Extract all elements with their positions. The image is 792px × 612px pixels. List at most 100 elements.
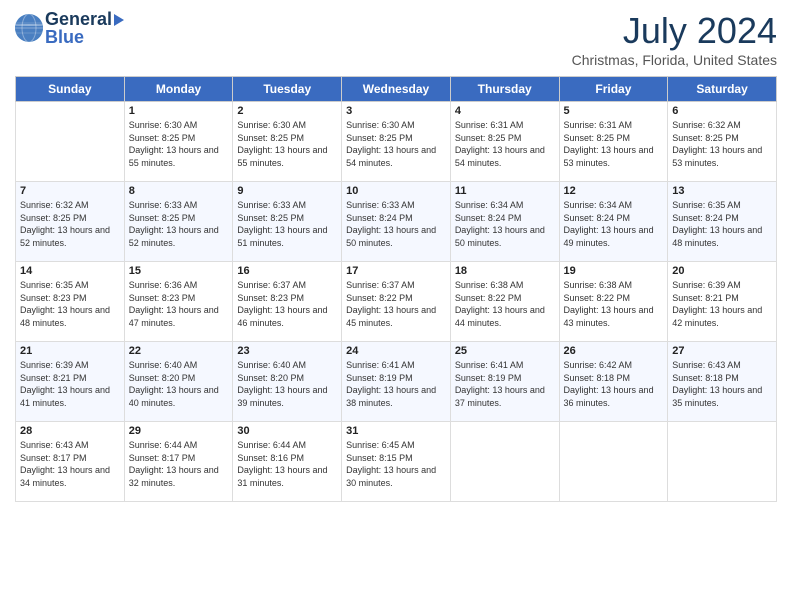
calendar-cell [668, 422, 777, 502]
sunset-text: Sunset: 8:24 PM [672, 213, 739, 223]
day-number: 25 [455, 345, 555, 357]
cell-info: Sunrise: 6:40 AM Sunset: 8:20 PM Dayligh… [129, 359, 229, 409]
week-row-3: 21 Sunrise: 6:39 AM Sunset: 8:21 PM Dayl… [16, 342, 777, 422]
calendar-table: Sunday Monday Tuesday Wednesday Thursday… [15, 76, 777, 502]
day-number: 14 [20, 265, 120, 277]
day-number: 31 [346, 425, 446, 437]
cell-info: Sunrise: 6:30 AM Sunset: 8:25 PM Dayligh… [237, 119, 337, 169]
daylight-text: Daylight: 13 hours and 54 minutes. [346, 145, 436, 168]
sunset-text: Sunset: 8:17 PM [20, 453, 87, 463]
sunrise-text: Sunrise: 6:32 AM [672, 120, 741, 130]
calendar-cell: 3 Sunrise: 6:30 AM Sunset: 8:25 PM Dayli… [342, 102, 451, 182]
daylight-text: Daylight: 13 hours and 40 minutes. [129, 385, 219, 408]
calendar-cell: 2 Sunrise: 6:30 AM Sunset: 8:25 PM Dayli… [233, 102, 342, 182]
location: Christmas, Florida, United States [572, 52, 777, 68]
calendar-cell: 25 Sunrise: 6:41 AM Sunset: 8:19 PM Dayl… [450, 342, 559, 422]
sunrise-text: Sunrise: 6:42 AM [564, 360, 633, 370]
page-container: General Blue July 2024 Christmas, Florid… [0, 0, 792, 512]
sunrise-text: Sunrise: 6:33 AM [346, 200, 415, 210]
day-number: 30 [237, 425, 337, 437]
sunrise-text: Sunrise: 6:30 AM [237, 120, 306, 130]
cell-info: Sunrise: 6:33 AM Sunset: 8:24 PM Dayligh… [346, 199, 446, 249]
calendar-cell: 21 Sunrise: 6:39 AM Sunset: 8:21 PM Dayl… [16, 342, 125, 422]
day-number: 20 [672, 265, 772, 277]
sunrise-text: Sunrise: 6:39 AM [672, 280, 741, 290]
calendar-cell: 6 Sunrise: 6:32 AM Sunset: 8:25 PM Dayli… [668, 102, 777, 182]
calendar-cell: 19 Sunrise: 6:38 AM Sunset: 8:22 PM Dayl… [559, 262, 668, 342]
cell-info: Sunrise: 6:32 AM Sunset: 8:25 PM Dayligh… [672, 119, 772, 169]
cell-info: Sunrise: 6:38 AM Sunset: 8:22 PM Dayligh… [455, 279, 555, 329]
day-number: 5 [564, 105, 664, 117]
cell-info: Sunrise: 6:31 AM Sunset: 8:25 PM Dayligh… [564, 119, 664, 169]
daylight-text: Daylight: 13 hours and 34 minutes. [20, 465, 110, 488]
header-row: Sunday Monday Tuesday Wednesday Thursday… [16, 77, 777, 102]
right-header: July 2024 Christmas, Florida, United Sta… [572, 10, 777, 68]
daylight-text: Daylight: 13 hours and 48 minutes. [20, 305, 110, 328]
daylight-text: Daylight: 13 hours and 39 minutes. [237, 385, 327, 408]
sunset-text: Sunset: 8:23 PM [237, 293, 304, 303]
daylight-text: Daylight: 13 hours and 53 minutes. [672, 145, 762, 168]
cell-info: Sunrise: 6:44 AM Sunset: 8:17 PM Dayligh… [129, 439, 229, 489]
daylight-text: Daylight: 13 hours and 54 minutes. [455, 145, 545, 168]
week-row-1: 7 Sunrise: 6:32 AM Sunset: 8:25 PM Dayli… [16, 182, 777, 262]
calendar-cell [559, 422, 668, 502]
calendar-cell: 8 Sunrise: 6:33 AM Sunset: 8:25 PM Dayli… [124, 182, 233, 262]
day-number: 10 [346, 185, 446, 197]
day-number: 22 [129, 345, 229, 357]
sunrise-text: Sunrise: 6:40 AM [129, 360, 198, 370]
daylight-text: Daylight: 13 hours and 48 minutes. [672, 225, 762, 248]
sunrise-text: Sunrise: 6:41 AM [346, 360, 415, 370]
calendar-cell: 13 Sunrise: 6:35 AM Sunset: 8:24 PM Dayl… [668, 182, 777, 262]
daylight-text: Daylight: 13 hours and 52 minutes. [129, 225, 219, 248]
cell-info: Sunrise: 6:34 AM Sunset: 8:24 PM Dayligh… [455, 199, 555, 249]
calendar-cell: 4 Sunrise: 6:31 AM Sunset: 8:25 PM Dayli… [450, 102, 559, 182]
sunrise-text: Sunrise: 6:35 AM [672, 200, 741, 210]
sunrise-text: Sunrise: 6:34 AM [564, 200, 633, 210]
day-number: 16 [237, 265, 337, 277]
sunset-text: Sunset: 8:15 PM [346, 453, 413, 463]
calendar-cell: 24 Sunrise: 6:41 AM Sunset: 8:19 PM Dayl… [342, 342, 451, 422]
daylight-text: Daylight: 13 hours and 32 minutes. [129, 465, 219, 488]
calendar-cell: 1 Sunrise: 6:30 AM Sunset: 8:25 PM Dayli… [124, 102, 233, 182]
day-number: 28 [20, 425, 120, 437]
sunset-text: Sunset: 8:17 PM [129, 453, 196, 463]
sunset-text: Sunset: 8:24 PM [346, 213, 413, 223]
cell-info: Sunrise: 6:32 AM Sunset: 8:25 PM Dayligh… [20, 199, 120, 249]
daylight-text: Daylight: 13 hours and 53 minutes. [564, 145, 654, 168]
daylight-text: Daylight: 13 hours and 43 minutes. [564, 305, 654, 328]
calendar-cell [450, 422, 559, 502]
logo-general-text: General [45, 10, 112, 28]
calendar-cell: 10 Sunrise: 6:33 AM Sunset: 8:24 PM Dayl… [342, 182, 451, 262]
day-number: 3 [346, 105, 446, 117]
cell-info: Sunrise: 6:33 AM Sunset: 8:25 PM Dayligh… [237, 199, 337, 249]
cell-info: Sunrise: 6:39 AM Sunset: 8:21 PM Dayligh… [672, 279, 772, 329]
calendar-cell: 16 Sunrise: 6:37 AM Sunset: 8:23 PM Dayl… [233, 262, 342, 342]
sunset-text: Sunset: 8:23 PM [20, 293, 87, 303]
cell-info: Sunrise: 6:43 AM Sunset: 8:17 PM Dayligh… [20, 439, 120, 489]
sunrise-text: Sunrise: 6:41 AM [455, 360, 524, 370]
calendar-cell: 20 Sunrise: 6:39 AM Sunset: 8:21 PM Dayl… [668, 262, 777, 342]
cell-info: Sunrise: 6:39 AM Sunset: 8:21 PM Dayligh… [20, 359, 120, 409]
day-number: 21 [20, 345, 120, 357]
cell-info: Sunrise: 6:42 AM Sunset: 8:18 PM Dayligh… [564, 359, 664, 409]
sunrise-text: Sunrise: 6:40 AM [237, 360, 306, 370]
cell-info: Sunrise: 6:37 AM Sunset: 8:22 PM Dayligh… [346, 279, 446, 329]
sunrise-text: Sunrise: 6:30 AM [129, 120, 198, 130]
calendar-cell: 7 Sunrise: 6:32 AM Sunset: 8:25 PM Dayli… [16, 182, 125, 262]
day-number: 4 [455, 105, 555, 117]
sunset-text: Sunset: 8:25 PM [564, 133, 631, 143]
daylight-text: Daylight: 13 hours and 45 minutes. [346, 305, 436, 328]
col-friday: Friday [559, 77, 668, 102]
daylight-text: Daylight: 13 hours and 50 minutes. [346, 225, 436, 248]
calendar-cell: 23 Sunrise: 6:40 AM Sunset: 8:20 PM Dayl… [233, 342, 342, 422]
sunset-text: Sunset: 8:22 PM [346, 293, 413, 303]
week-row-4: 28 Sunrise: 6:43 AM Sunset: 8:17 PM Dayl… [16, 422, 777, 502]
daylight-text: Daylight: 13 hours and 51 minutes. [237, 225, 327, 248]
sunset-text: Sunset: 8:25 PM [129, 133, 196, 143]
calendar-cell: 11 Sunrise: 6:34 AM Sunset: 8:24 PM Dayl… [450, 182, 559, 262]
cell-info: Sunrise: 6:35 AM Sunset: 8:23 PM Dayligh… [20, 279, 120, 329]
sunrise-text: Sunrise: 6:33 AM [129, 200, 198, 210]
daylight-text: Daylight: 13 hours and 46 minutes. [237, 305, 327, 328]
cell-info: Sunrise: 6:36 AM Sunset: 8:23 PM Dayligh… [129, 279, 229, 329]
daylight-text: Daylight: 13 hours and 52 minutes. [20, 225, 110, 248]
